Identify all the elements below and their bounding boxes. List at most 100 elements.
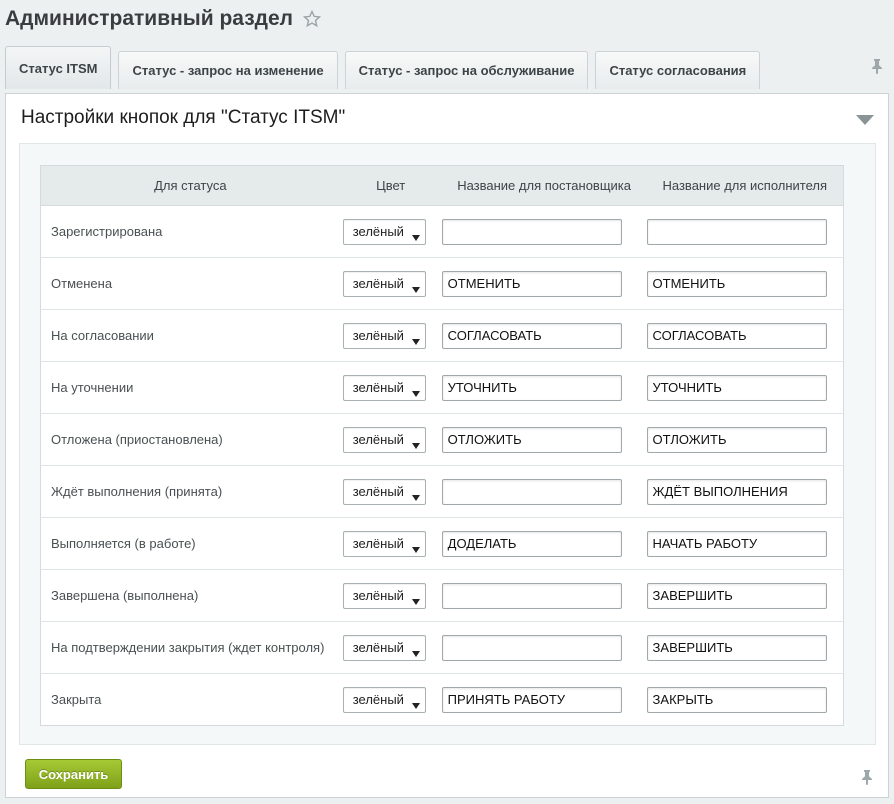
- settings-area: Для статуса Цвет Название для постановщи…: [19, 143, 876, 745]
- caret-down-icon: [411, 229, 420, 241]
- table-row: Отложена (приостановлена) зелёный ОТЛОЖИТЬ…: [40, 413, 844, 466]
- table-header-row: Для статуса Цвет Название для постановщи…: [40, 165, 844, 206]
- requester-name-input[interactable]: ДОДЕЛАТЬ: [441, 530, 622, 557]
- requester-name-input[interactable]: ОТЛОЖИТЬ: [441, 426, 622, 453]
- requester-cell: [441, 465, 647, 518]
- panel-title: Настройки кнопок для "Статус ITSM": [21, 106, 346, 128]
- status-label: На согласовании: [40, 309, 340, 362]
- requester-cell: [441, 621, 647, 674]
- requester-name-input[interactable]: [441, 478, 622, 505]
- requester-cell: ДОДЕЛАТЬ: [441, 517, 647, 570]
- caret-down-icon: [411, 593, 420, 605]
- requester-name-input[interactable]: ПРИНЯТЬ РАБОТУ: [441, 686, 622, 713]
- settings-panel: Настройки кнопок для "Статус ITSM" Для с…: [5, 93, 889, 798]
- color-select[interactable]: зелёный: [342, 426, 426, 453]
- table-row: Отменена зелёный ОТМЕНИТЬ ОТМЕНИТЬ: [40, 257, 844, 310]
- status-label: Отложена (приостановлена): [40, 413, 340, 466]
- color-select-value: зелёный: [352, 588, 404, 603]
- executor-name-input[interactable]: ОТМЕНИТЬ: [646, 270, 827, 297]
- requester-name-input[interactable]: УТОЧНИТЬ: [441, 374, 622, 401]
- color-select-cell: зелёный: [339, 621, 442, 674]
- color-select-value: зелёный: [352, 432, 404, 447]
- color-select-value: зелёный: [352, 328, 404, 343]
- executor-name-input[interactable]: НАЧАТЬ РАБОТУ: [646, 530, 827, 557]
- tab-status-service-request[interactable]: Статус - запрос на обслуживание: [344, 51, 589, 89]
- caret-down-icon: [411, 281, 420, 293]
- executor-cell: УТОЧНИТЬ: [646, 361, 844, 414]
- chevron-down-icon[interactable]: [856, 112, 874, 125]
- executor-cell: ЖДЁТ ВЫПОЛНЕНИЯ: [646, 465, 844, 518]
- tab-status-approval[interactable]: Статус согласования: [595, 51, 761, 89]
- color-select-cell: зелёный: [340, 674, 442, 726]
- requester-cell: [441, 569, 647, 622]
- color-select-cell: зелёный: [339, 361, 442, 414]
- caret-down-icon: [411, 697, 420, 709]
- executor-name-input[interactable]: ОТЛОЖИТЬ: [646, 426, 827, 453]
- table-row: Завершена (выполнена) зелёный ЗАВЕРШИТЬ: [40, 569, 844, 622]
- executor-name-input[interactable]: СОГЛАСОВАТЬ: [646, 322, 827, 349]
- color-select[interactable]: зелёный: [342, 374, 426, 401]
- color-select-value: зелёный: [352, 224, 404, 239]
- color-select-value: зелёный: [352, 276, 404, 291]
- requester-cell: [441, 205, 647, 258]
- color-select[interactable]: зелёный: [342, 218, 426, 245]
- color-select[interactable]: зелёный: [342, 478, 426, 505]
- executor-name-input[interactable]: [646, 218, 827, 245]
- color-select-value: зелёный: [352, 640, 404, 655]
- table-row: На подтверждении закрытия (ждет контроля…: [40, 621, 844, 674]
- caret-down-icon: [411, 385, 420, 397]
- color-select[interactable]: зелёный: [342, 634, 426, 661]
- table-row: На согласовании зелёный СОГЛАСОВАТЬ СОГЛАСО…: [40, 309, 844, 362]
- color-select[interactable]: зелёный: [342, 686, 426, 713]
- page-title: Административный раздел: [5, 7, 294, 30]
- status-label: Зарегистрирована: [40, 205, 340, 258]
- requester-name-input[interactable]: [441, 218, 622, 245]
- status-label: На уточнении: [40, 361, 340, 414]
- star-icon[interactable]: [302, 9, 322, 28]
- table-row: Зарегистрирована зелёный: [40, 205, 844, 258]
- color-select-cell: зелёный: [339, 465, 442, 518]
- pin-icon[interactable]: [860, 769, 874, 785]
- tab-status-itsm[interactable]: Статус ITSM: [5, 46, 112, 89]
- executor-cell: ЗАВЕРШИТЬ: [646, 569, 844, 622]
- requester-cell: ОТЛОЖИТЬ: [441, 413, 647, 466]
- executor-cell: ОТМЕНИТЬ: [646, 257, 844, 310]
- executor-name-input[interactable]: ЗАВЕРШИТЬ: [646, 582, 827, 609]
- color-select[interactable]: зелёный: [342, 322, 426, 349]
- requester-name-input[interactable]: СОГЛАСОВАТЬ: [441, 322, 622, 349]
- requester-name-input[interactable]: ОТМЕНИТЬ: [441, 270, 622, 297]
- color-select-value: зелёный: [352, 692, 404, 707]
- executor-name-input[interactable]: ЗАВЕРШИТЬ: [646, 634, 827, 661]
- requester-name-input[interactable]: [441, 634, 622, 661]
- requester-cell: ПРИНЯТЬ РАБОТУ: [441, 674, 647, 726]
- save-button[interactable]: Сохранить: [25, 759, 122, 789]
- caret-down-icon: [411, 489, 420, 501]
- color-select-cell: зелёный: [339, 413, 442, 466]
- executor-name-input[interactable]: ЗАКРЫТЬ: [646, 686, 827, 713]
- requester-name-input[interactable]: [441, 582, 622, 609]
- status-label: Отменена: [40, 257, 340, 310]
- color-select-value: зелёный: [352, 536, 404, 551]
- color-select-cell: зелёный: [339, 257, 442, 310]
- status-label: Ждёт выполнения (принята): [40, 465, 340, 518]
- pin-icon[interactable]: [870, 58, 884, 74]
- caret-down-icon: [411, 333, 420, 345]
- color-select[interactable]: зелёный: [342, 582, 426, 609]
- executor-cell: НАЧАТЬ РАБОТУ: [646, 517, 844, 570]
- status-label: Выполняется (в работе): [40, 517, 340, 570]
- executor-name-input[interactable]: УТОЧНИТЬ: [646, 374, 827, 401]
- header-requester-name: Название для постановщика: [441, 165, 647, 206]
- table-row: Ждёт выполнения (принята) зелёный ЖДЁТ ВЫП…: [40, 465, 844, 518]
- color-select-cell: зелёный: [339, 569, 442, 622]
- page-title-row: Административный раздел: [5, 6, 322, 32]
- color-select[interactable]: зелёный: [342, 270, 426, 297]
- header-color: Цвет: [339, 165, 442, 206]
- executor-name-input[interactable]: ЖДЁТ ВЫПОЛНЕНИЯ: [646, 478, 827, 505]
- executor-cell: СОГЛАСОВАТЬ: [646, 309, 844, 362]
- caret-down-icon: [411, 437, 420, 449]
- tab-status-change-request[interactable]: Статус - запрос на изменение: [118, 51, 338, 89]
- color-select[interactable]: зелёный: [342, 530, 426, 557]
- color-select-value: зелёный: [352, 380, 404, 395]
- status-label: Завершена (выполнена): [40, 569, 340, 622]
- status-label: На подтверждении закрытия (ждет контроля…: [40, 621, 340, 674]
